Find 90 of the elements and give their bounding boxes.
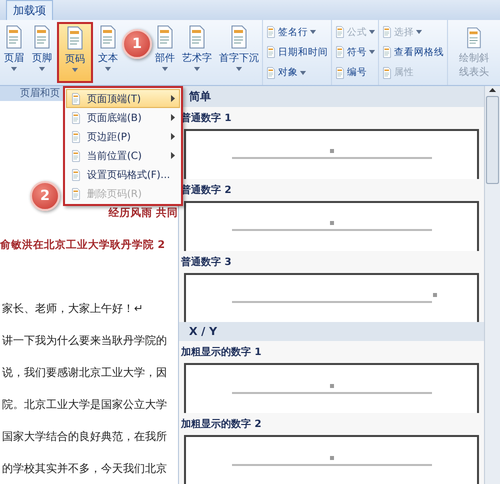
ribbon-small-button[interactable]: 对象 <box>266 66 328 80</box>
document-text-line: 讲一下我为什么要来当耿丹学院的 <box>1 333 167 349</box>
page-icon <box>71 130 81 142</box>
header-line-icon <box>232 157 432 160</box>
menu-item[interactable]: 设置页码格式(F)... <box>66 165 180 184</box>
ribbon-button[interactable]: 首字下沉 <box>216 22 261 83</box>
page-number-preview[interactable] <box>184 129 479 179</box>
document-text-line: 说，我们要感谢北京工业大学，因 <box>1 365 167 381</box>
page-icon <box>65 26 85 50</box>
page-number-mark-icon <box>330 384 334 388</box>
page-icon <box>98 25 118 49</box>
header-line-icon <box>232 229 432 232</box>
caret-icon <box>162 67 168 71</box>
caret-icon <box>72 68 78 72</box>
page-icon <box>335 46 345 58</box>
page-number-preview[interactable] <box>184 200 479 251</box>
scroll-up-icon <box>489 88 496 92</box>
header-line-icon <box>232 464 432 467</box>
menu-item[interactable]: 页面顶端(T) <box>66 89 180 108</box>
submenu-arrow-icon <box>171 114 175 121</box>
page-icon <box>228 25 249 49</box>
ribbon-button[interactable]: 页眉 <box>1 22 27 83</box>
page-number-preview[interactable] <box>184 363 479 414</box>
document-text-line: 家长、老师，大家上午好！↵ <box>1 301 144 317</box>
caret-icon <box>11 67 17 71</box>
ribbon-button[interactable]: 部件 <box>152 22 178 83</box>
header-line-icon <box>232 392 432 395</box>
gallery-section-header: X / Y <box>179 322 484 342</box>
page-icon <box>382 26 392 38</box>
page-icon <box>154 25 175 49</box>
ribbon-small-button[interactable]: 签名行 <box>266 26 328 39</box>
ribbon-button[interactable]: 艺术字 <box>180 22 215 83</box>
caret-icon <box>236 67 242 71</box>
caret-icon <box>300 70 306 75</box>
submenu-arrow-icon <box>171 152 175 159</box>
page-icon <box>266 46 276 58</box>
step-number-badge: 2 <box>30 181 60 211</box>
page-icon <box>266 66 276 79</box>
submenu-arrow-icon <box>171 95 175 102</box>
caret-icon <box>194 67 200 71</box>
caret-icon <box>416 30 422 34</box>
ribbon-small-button[interactable]: 编号 <box>335 66 375 80</box>
page-icon <box>4 25 24 49</box>
page-number-preview[interactable] <box>184 272 479 322</box>
caret-icon <box>369 50 375 54</box>
scrollbar[interactable] <box>484 86 500 484</box>
page-icon <box>465 27 483 49</box>
page-icon <box>335 66 345 79</box>
ribbon-tab[interactable]: 加载项 <box>6 0 53 20</box>
page-number-preview[interactable] <box>184 435 479 484</box>
page-icon <box>71 188 81 200</box>
gallery-item-title: 加粗显示的数字 2 <box>180 417 262 432</box>
submenu-arrow-icon <box>171 133 175 140</box>
page-icon <box>71 112 81 124</box>
page-number-mark-icon <box>330 149 334 154</box>
menu-item[interactable]: 当前位置(C) <box>66 146 180 165</box>
document-text-line: 国家大学结合的良好典范，在我所 <box>1 429 167 445</box>
caret-icon <box>39 67 45 71</box>
caret-icon <box>105 67 111 71</box>
gallery-item-title: 普通数字 3 <box>180 255 232 270</box>
header-line-icon <box>232 300 432 304</box>
menu-item[interactable]: 页边距(P) <box>66 127 180 146</box>
page-number-mark-icon <box>433 292 437 297</box>
page-icon <box>335 26 345 38</box>
gallery-item-title: 加粗显示的数字 1 <box>180 345 262 360</box>
menu-item[interactable]: 页面底端(B) <box>66 108 180 127</box>
ribbon-button[interactable]: 页码 <box>57 22 93 83</box>
ribbon-small-button[interactable]: 符号 <box>335 46 375 59</box>
caret-icon <box>310 30 316 34</box>
step-number-badge: 1 <box>122 29 152 59</box>
page-icon <box>266 26 276 38</box>
document-text-line: 院。北京工业大学是国家公立大学 <box>1 397 167 413</box>
page-icon <box>382 46 392 58</box>
ribbon-button[interactable]: 文本 <box>95 22 121 83</box>
caret-icon <box>369 30 375 34</box>
scrollbar-thumb[interactable] <box>486 96 499 184</box>
ribbon-button[interactable]: 页脚 <box>29 22 55 83</box>
page-icon <box>71 92 81 104</box>
document-text-line: 俞敏洪在北京工业大学耿丹学院 2 <box>0 238 165 253</box>
document-text-line: 经历风雨 共同 <box>108 206 178 221</box>
page-icon <box>187 25 208 49</box>
page-icon <box>382 66 392 79</box>
page-number-mark-icon <box>330 221 334 226</box>
ribbon-small-button[interactable]: 查看网格线 <box>382 46 444 59</box>
page-icon <box>71 150 81 162</box>
ribbon-small-button[interactable]: 日期和时间 <box>266 46 328 59</box>
document-text-line: 的学校其实并不多，今天我们北京 <box>1 461 167 477</box>
page-icon <box>71 168 81 180</box>
page-number-mark-icon <box>330 456 334 460</box>
page-icon <box>32 25 52 49</box>
